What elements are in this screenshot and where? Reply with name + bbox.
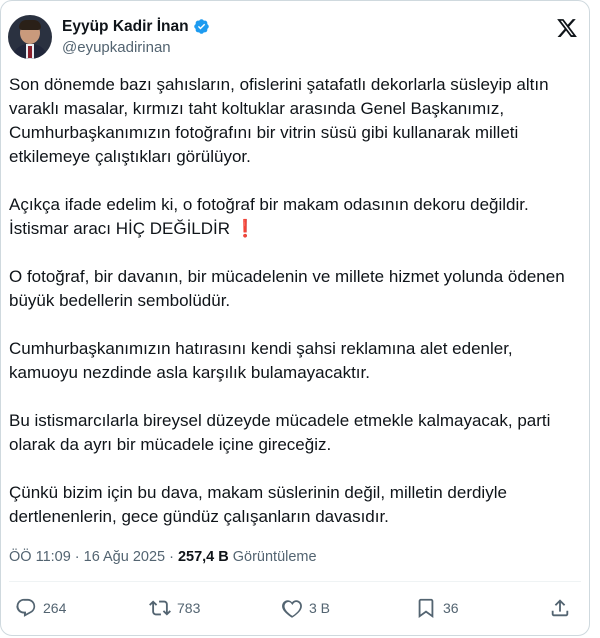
- action-bar: 264 783 3 B 36: [9, 597, 579, 625]
- exclamation-emoji: ❗: [234, 219, 256, 238]
- bookmark-count: 36: [443, 600, 459, 616]
- repost-button[interactable]: 783: [149, 597, 200, 619]
- divider: [9, 581, 581, 582]
- tweet-text: Son dönemde bazı şahısların, ofislerini …: [9, 73, 581, 529]
- views-label: Görüntüleme: [232, 549, 317, 565]
- tweet-paragraph: O fotoğraf, bir davanın, bir mücadelenin…: [9, 267, 565, 310]
- tweet-header: Eyyüp Kadir İnan @eyupkadirinan: [8, 15, 210, 59]
- bookmark-button[interactable]: 36: [415, 597, 459, 619]
- tweet-paragraph: Son dönemde bazı şahısların, ofislerini …: [9, 75, 549, 166]
- like-button[interactable]: 3 B: [281, 597, 330, 619]
- author-names: Eyyüp Kadir İnan @eyupkadirinan: [62, 17, 210, 57]
- repost-icon: [149, 600, 171, 616]
- bookmark-icon: [418, 598, 434, 619]
- like-icon: [282, 600, 302, 618]
- tweet-meta: ÖÖ 11:09 · 16 Ağu 2025 · 257,4 B Görüntü…: [9, 549, 317, 565]
- repost-count: 783: [177, 600, 201, 616]
- verified-badge-icon: [193, 19, 209, 34]
- views-count: 257,4 B: [177, 549, 229, 565]
- tweet-paragraph: Açıkça ifade edelim ki, o fotoğraf bir m…: [9, 195, 529, 238]
- tweet-paragraph: Bu istismarcılarla bireysel düzeyde müca…: [9, 411, 551, 454]
- author-handle[interactable]: @eyupkadirinan: [62, 38, 210, 57]
- share-icon: [551, 599, 569, 617]
- tweet-time[interactable]: ÖÖ 11:09: [9, 549, 71, 565]
- avatar[interactable]: [8, 15, 52, 59]
- tweet-paragraph: Cumhurbaşkanımızın hatırasını kendi şahs…: [9, 339, 513, 382]
- tweet-paragraph: Çünkü bizim için bu dava, makam süslerin…: [9, 483, 507, 526]
- author-name[interactable]: Eyyüp Kadir İnan: [62, 17, 189, 36]
- reply-count: 264: [43, 600, 67, 616]
- separator: ·: [169, 549, 174, 565]
- share-button[interactable]: [549, 597, 571, 619]
- separator: ·: [74, 549, 80, 565]
- like-count: 3 B: [309, 600, 331, 616]
- x-logo-icon[interactable]: [556, 17, 578, 39]
- reply-icon: [16, 598, 36, 617]
- tweet-card: Eyyüp Kadir İnan @eyupkadirinan Son döne…: [0, 0, 590, 636]
- reply-button[interactable]: 264: [15, 597, 66, 619]
- tweet-date[interactable]: 16 Ağu 2025: [84, 549, 165, 565]
